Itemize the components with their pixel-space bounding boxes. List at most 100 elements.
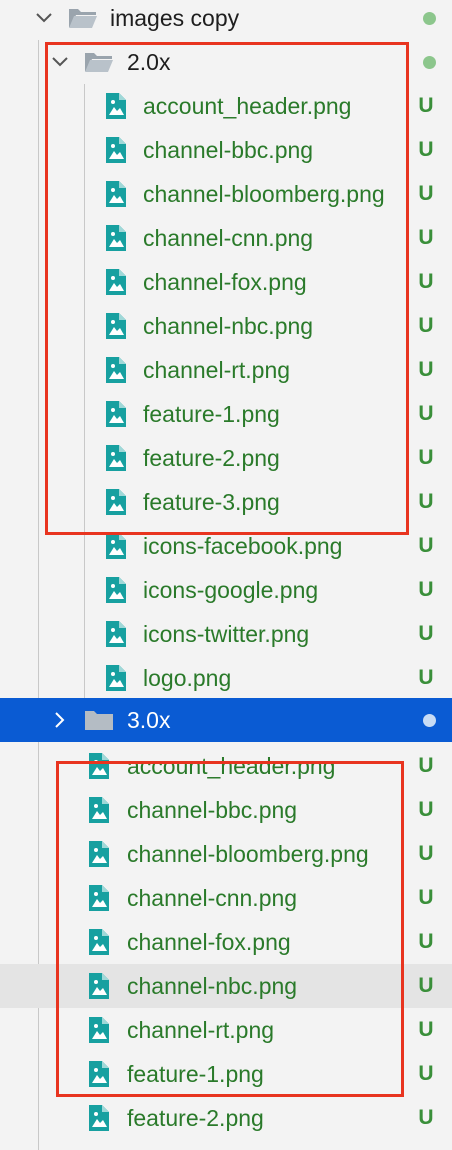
tree-row-file[interactable]: channel-cnn.png U xyxy=(0,216,452,260)
tree-row-file[interactable]: feature-3.png U xyxy=(0,480,452,524)
folder-label: 3.0x xyxy=(127,706,171,733)
tree-row-file[interactable]: feature-1.png U xyxy=(0,392,452,436)
image-file-icon xyxy=(104,444,128,472)
git-status-untracked: U xyxy=(418,1106,434,1129)
file-label: channel-fox.png xyxy=(127,928,291,955)
git-status-untracked: U xyxy=(418,402,434,425)
git-status-untracked: U xyxy=(418,798,434,821)
tree-row-folder-3x[interactable]: 3.0x xyxy=(0,698,452,742)
git-status-untracked: U xyxy=(418,94,434,117)
git-status-untracked: U xyxy=(418,930,434,953)
git-status-untracked: U xyxy=(418,578,434,601)
git-status-untracked: U xyxy=(418,1018,434,1041)
image-file-icon xyxy=(104,312,128,340)
file-label: channel-rt.png xyxy=(143,356,291,383)
folder-label: 2.0x xyxy=(127,48,171,75)
file-label: account_header.png xyxy=(127,752,336,779)
git-status-untracked: U xyxy=(418,314,434,337)
file-label: channel-bbc.png xyxy=(143,136,314,163)
tree-row-file[interactable]: channel-rt.png U xyxy=(0,348,452,392)
tree-row-file[interactable]: channel-nbc.png U xyxy=(0,304,452,348)
image-file-icon xyxy=(104,356,128,384)
git-status-untracked: U xyxy=(418,226,434,249)
image-file-icon xyxy=(104,136,128,164)
file-label: channel-cnn.png xyxy=(143,224,314,251)
file-label: channel-bbc.png xyxy=(127,796,298,823)
git-status-untracked: U xyxy=(418,182,434,205)
file-label: account_header.png xyxy=(143,92,352,119)
git-status-untracked: U xyxy=(418,754,434,777)
git-status-untracked: U xyxy=(418,1062,434,1085)
file-label: channel-bloomberg.png xyxy=(127,840,369,867)
git-status-untracked: U xyxy=(418,138,434,161)
tree-row-file[interactable]: channel-bloomberg.png U xyxy=(0,172,452,216)
tree-row-file[interactable]: feature-2.png U xyxy=(0,1096,452,1140)
file-label: icons-facebook.png xyxy=(143,532,343,559)
file-label: icons-twitter.png xyxy=(143,620,310,647)
git-status-untracked: U xyxy=(418,622,434,645)
git-status-untracked: U xyxy=(418,446,434,469)
git-status-untracked: U xyxy=(418,842,434,865)
folder-open-icon xyxy=(68,6,98,30)
file-label: icons-google.png xyxy=(143,576,319,603)
tree-row-file[interactable]: channel-nbc.png U xyxy=(0,964,452,1008)
tree-row-file[interactable]: channel-bbc.png U xyxy=(0,128,452,172)
file-explorer-tree: images copy 2.0x account_header.png U ch… xyxy=(0,0,452,1150)
image-file-icon xyxy=(104,576,128,604)
tree-row-file[interactable]: logo.png U xyxy=(0,656,452,700)
file-label: feature-2.png xyxy=(127,1104,264,1131)
tree-row-file[interactable]: channel-bbc.png U xyxy=(0,788,452,832)
image-file-icon xyxy=(87,752,111,780)
folder-open-icon xyxy=(84,50,114,74)
tree-row-folder-images-copy[interactable]: images copy xyxy=(0,0,452,40)
image-file-icon xyxy=(104,180,128,208)
tree-row-file[interactable]: channel-fox.png U xyxy=(0,920,452,964)
tree-row-file[interactable]: account_header.png U xyxy=(0,744,452,788)
image-file-icon xyxy=(104,488,128,516)
image-file-icon xyxy=(87,1104,111,1132)
tree-row-file[interactable]: account_header.png U xyxy=(0,84,452,128)
folder-closed-icon xyxy=(84,708,114,732)
tree-row-file[interactable]: feature-1.png U xyxy=(0,1052,452,1096)
status-dot xyxy=(423,713,436,727)
git-status-untracked: U xyxy=(418,358,434,381)
image-file-icon xyxy=(104,620,128,648)
tree-row-file[interactable]: feature-2.png U xyxy=(0,436,452,480)
tree-row-file[interactable]: channel-cnn.png U xyxy=(0,876,452,920)
image-file-icon xyxy=(87,1016,111,1044)
image-file-icon xyxy=(87,1060,111,1088)
image-file-icon xyxy=(104,400,128,428)
git-status-untracked: U xyxy=(418,886,434,909)
image-file-icon xyxy=(104,224,128,252)
image-file-icon xyxy=(87,884,111,912)
file-label: feature-3.png xyxy=(143,488,280,515)
file-label: channel-fox.png xyxy=(143,268,307,295)
chevron-down-icon[interactable] xyxy=(50,52,70,72)
git-status-untracked: U xyxy=(418,270,434,293)
tree-row-file[interactable]: icons-google.png U xyxy=(0,568,452,612)
folder-label: images copy xyxy=(110,4,240,31)
git-status-untracked: U xyxy=(418,666,434,689)
tree-row-file[interactable]: channel-rt.png U xyxy=(0,1008,452,1052)
file-label: channel-nbc.png xyxy=(127,972,298,999)
image-file-icon xyxy=(104,92,128,120)
file-label: channel-nbc.png xyxy=(143,312,314,339)
status-dot xyxy=(423,11,436,25)
tree-row-file[interactable]: channel-bloomberg.png U xyxy=(0,832,452,876)
tree-row-folder-2x[interactable]: 2.0x xyxy=(0,40,452,84)
tree-row-file[interactable]: icons-facebook.png U xyxy=(0,524,452,568)
tree-row-file[interactable]: icons-twitter.png U xyxy=(0,612,452,656)
git-status-untracked: U xyxy=(418,534,434,557)
image-file-icon xyxy=(87,972,111,1000)
file-label: channel-bloomberg.png xyxy=(143,180,385,207)
chevron-down-icon[interactable] xyxy=(34,8,54,28)
status-dot xyxy=(423,55,436,69)
git-status-untracked: U xyxy=(418,490,434,513)
image-file-icon xyxy=(87,796,111,824)
tree-row-file[interactable]: channel-fox.png U xyxy=(0,260,452,304)
git-status-untracked: U xyxy=(418,974,434,997)
chevron-right-icon[interactable] xyxy=(50,710,70,730)
image-file-icon xyxy=(104,532,128,560)
file-label: feature-1.png xyxy=(127,1060,264,1087)
file-label: feature-1.png xyxy=(143,400,280,427)
